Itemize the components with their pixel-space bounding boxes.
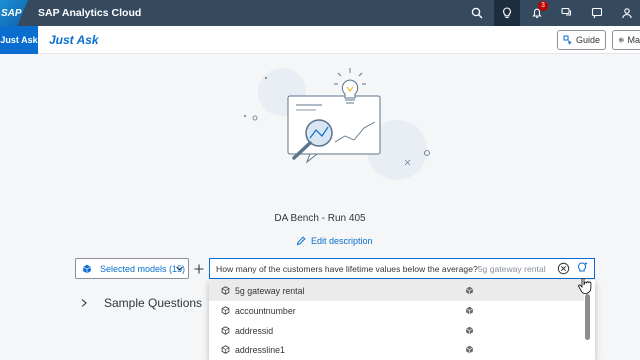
just-ask-illustration: [243, 68, 430, 180]
hand-cursor-icon: [578, 278, 592, 294]
dimension-icon: [221, 345, 230, 354]
shell-bar: SAP SAP Analytics Cloud 3: [0, 0, 640, 26]
story-title: DA Bench - Run 405: [274, 213, 366, 224]
dimension-icon: [221, 306, 230, 315]
sample-questions-toggle[interactable]: Sample Questions: [80, 296, 202, 310]
question-text: How many of the customers have lifetime …: [216, 263, 478, 274]
gear-icon: [618, 37, 624, 43]
guide-button[interactable]: Guide: [556, 30, 606, 50]
edit-description-link[interactable]: Edit description: [296, 236, 373, 246]
nav-just-ask[interactable]: Just Ask: [0, 25, 38, 54]
selected-models-label: Selected models (15): [100, 263, 186, 274]
model-cube-icon: [465, 326, 474, 335]
question-autocomplete-hint: 5g gateway rental: [477, 263, 546, 274]
discussions-button[interactable]: [554, 0, 580, 26]
chevron-down-icon: [176, 266, 183, 271]
chevron-right-icon: [81, 299, 87, 307]
shell-actions: 3: [460, 0, 640, 26]
just-ask-button[interactable]: [494, 0, 520, 26]
model-cube-icon: [465, 286, 474, 295]
suggestion-item[interactable]: 5g gateway rental: [209, 280, 584, 301]
lightbulb-icon: [503, 7, 511, 19]
model-cube-icon: [465, 345, 474, 354]
question-input[interactable]: How many of the customers have lifetime …: [209, 258, 595, 279]
model-cube-icon: [83, 264, 91, 273]
dimension-icon: [221, 326, 230, 335]
edit-description-label: Edit description: [311, 236, 373, 246]
ask-lightbulb-icon[interactable]: [576, 261, 590, 275]
suggestion-item[interactable]: addressline1: [209, 339, 584, 360]
guide-icon: [563, 35, 572, 45]
clear-icon[interactable]: [557, 262, 570, 275]
suggestion-label: addressid: [235, 325, 274, 336]
manage-label: Ma: [627, 35, 640, 45]
header-actions: Guide Ma: [556, 30, 640, 50]
plus-icon: [194, 264, 204, 273]
page-title: Just Ask: [49, 32, 99, 47]
page-header: Just Ask Just Ask Guide Ma: [0, 25, 640, 54]
suggestion-label: addressline1: [235, 344, 285, 355]
notification-badge: 3: [538, 1, 548, 11]
discussion-icon: [561, 7, 572, 16]
feedback-icon: [591, 7, 603, 19]
add-model-button[interactable]: [190, 258, 208, 279]
pencil-icon: [296, 236, 306, 246]
search-icon: [471, 7, 483, 19]
guide-label: Guide: [575, 35, 600, 45]
dropdown-scrollbar[interactable]: [585, 294, 590, 340]
suggestion-label: 5g gateway rental: [235, 285, 305, 296]
dimension-icon: [221, 286, 230, 295]
notifications-button[interactable]: 3: [524, 0, 550, 26]
sap-logo[interactable]: SAP: [0, 0, 28, 26]
suggestion-item[interactable]: accountnumber: [209, 300, 584, 321]
suggestion-label: accountnumber: [235, 305, 296, 316]
feedback-button[interactable]: [584, 0, 610, 26]
suggestions-dropdown: 5g gateway rental accountnumber addressi…: [209, 280, 595, 360]
search-button[interactable]: [464, 0, 490, 26]
user-icon: [622, 8, 632, 19]
suggestion-item[interactable]: addressid: [209, 320, 584, 341]
user-button[interactable]: [614, 0, 640, 26]
sample-questions-label: Sample Questions: [104, 296, 203, 310]
manage-button[interactable]: Ma: [612, 30, 640, 50]
selected-models-button[interactable]: Selected models (15): [75, 258, 189, 279]
app-title: SAP Analytics Cloud: [38, 7, 142, 19]
model-cube-icon: [465, 306, 474, 315]
